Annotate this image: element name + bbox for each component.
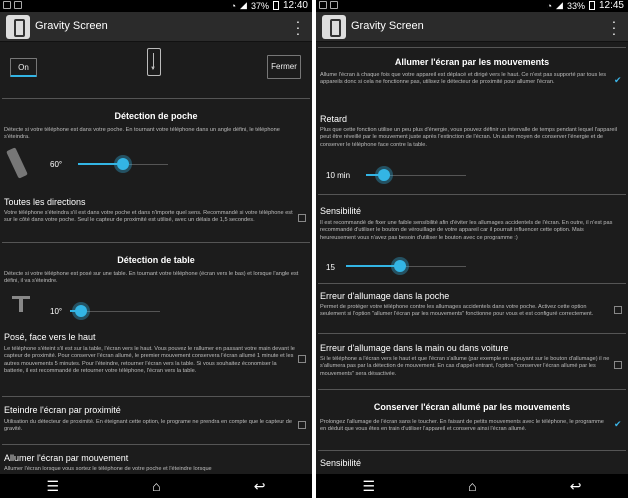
all-directions-title: Toutes les directions	[4, 197, 86, 207]
divider	[318, 450, 626, 451]
home-icon[interactable]: ⌂	[152, 478, 160, 494]
hand-error-title: Erreur d'allumage dans la main ou dans v…	[320, 343, 509, 353]
notification-icon	[330, 1, 338, 9]
back-icon[interactable]: ↩	[254, 478, 266, 495]
all-directions-description: Votre téléphone s'éteindra s'il est dans…	[4, 210, 293, 224]
face-up-description: Le téléphone s'éteint s'il est sur la ta…	[4, 346, 295, 374]
slider-thumb[interactable]	[378, 169, 390, 181]
keep-on-title: Conserver l'écran allumé par les mouveme…	[373, 402, 571, 412]
battery-percent: 37%	[250, 0, 269, 11]
clock: 12:45	[598, 0, 624, 11]
wake-motion-title: Allumer l'écran par mouvement	[4, 453, 129, 463]
back-icon[interactable]: ↩	[570, 478, 582, 495]
phone-gravity-icon: ▼	[147, 48, 161, 76]
wifi-icon: ◔	[230, 0, 237, 11]
wake-section-checkbox[interactable]: ✔	[614, 76, 622, 85]
slider-fill	[346, 265, 400, 267]
wake-motion-description: Allumer l'écran lorsque vous sortez le t…	[4, 466, 212, 472]
slider-thumb[interactable]	[394, 260, 406, 272]
app-bar: Gravity Screen · · ·	[0, 12, 312, 42]
notification-icon	[14, 1, 22, 9]
divider	[2, 444, 310, 445]
battery-percent: 33%	[566, 0, 585, 11]
battery-icon	[272, 1, 279, 10]
sensitivity2-title: Sensibilité	[320, 458, 362, 468]
slider-thumb[interactable]	[74, 305, 87, 317]
pocket-error-checkbox[interactable]	[614, 306, 622, 314]
signal-icon: ◢	[556, 0, 563, 10]
navigation-bar: ☰ ⌂ ↩	[0, 474, 312, 498]
clock: 12:40	[282, 0, 308, 11]
menu-icon[interactable]: ☰	[363, 478, 376, 495]
pocket-error-title: Erreur d'allumage dans la poche	[320, 291, 450, 301]
on-button[interactable]: On	[10, 58, 37, 77]
divider	[2, 396, 310, 397]
delay-description: Plus que cette fonction utilise un peu p…	[320, 127, 617, 148]
hand-error-description: Si le téléphone a l'écran vers le haut e…	[320, 356, 610, 377]
face-up-title: Posé, face vers le haut	[4, 332, 96, 342]
phone-screen-left: ◔ ◢ 37% 12:40 Gravity Screen · · · On ▼ Fe…	[0, 0, 312, 498]
delay-value: 10 min	[326, 171, 351, 180]
divider	[318, 333, 626, 334]
menu-icon[interactable]: ☰	[47, 478, 60, 495]
divider	[318, 389, 626, 390]
notification-icon	[3, 1, 11, 9]
table-angle-value: 10°	[50, 307, 63, 316]
proximity-description: Utilisation du détecteur de proximité. E…	[4, 419, 292, 433]
face-up-checkbox[interactable]	[298, 355, 306, 363]
sensitivity-title: Sensibilité	[320, 206, 362, 216]
tilt-phone-icon	[6, 146, 30, 180]
pocket-angle-value: 60°	[50, 160, 63, 169]
section-title-table: Détection de table	[117, 255, 195, 265]
home-icon[interactable]: ⌂	[468, 478, 476, 494]
section-title-pocket: Détection de poche	[114, 111, 198, 121]
wifi-icon: ◔	[546, 0, 553, 11]
sensitivity-value: 15	[326, 263, 335, 272]
hand-error-checkbox[interactable]	[614, 361, 622, 369]
wake-section-description: Allume l'écran à chaque fois que votre a…	[320, 72, 607, 86]
status-bar: ◔ ◢ 37% 12:40	[0, 0, 312, 12]
navigation-bar: ☰ ⌂ ↩	[316, 474, 628, 498]
delay-slider[interactable]	[366, 168, 466, 182]
overflow-menu-icon[interactable]: · · ·	[294, 14, 302, 40]
divider	[2, 98, 310, 99]
divider	[2, 242, 310, 243]
delay-title: Retard	[320, 114, 348, 124]
sensitivity-slider[interactable]	[346, 259, 466, 273]
pocket-angle-slider[interactable]	[78, 157, 168, 171]
divider	[318, 194, 626, 195]
pocket-error-description: Permet de protéger votre téléphone contr…	[320, 304, 594, 318]
keep-on-description: Prolongez l'allumage de l'écran sans le …	[320, 419, 604, 433]
notification-icon	[319, 1, 327, 9]
table-angle-slider[interactable]	[70, 304, 160, 318]
pocket-description: Détecte si votre téléphone est dans votr…	[4, 127, 280, 141]
app-bar: Gravity Screen · · ·	[316, 12, 628, 42]
divider	[318, 47, 626, 48]
sensitivity-description: Il est recommandé de fixer une faible se…	[320, 220, 613, 241]
table-icon	[12, 292, 30, 312]
close-button[interactable]: Fermer	[267, 55, 301, 79]
slider-thumb[interactable]	[117, 158, 129, 170]
overflow-menu-icon[interactable]: · · ·	[610, 14, 618, 40]
divider	[318, 283, 626, 284]
all-directions-checkbox[interactable]	[298, 214, 306, 222]
proximity-checkbox[interactable]	[298, 421, 306, 429]
signal-icon: ◢	[240, 0, 247, 10]
proximity-title: Eteindre l'écran par proximité	[4, 405, 121, 415]
battery-icon	[588, 1, 595, 10]
app-logo-icon	[6, 15, 30, 39]
status-bar: ◔ ◢ 33% 12:45	[316, 0, 628, 12]
table-description: Détecte si votre téléphone est posé sur …	[4, 271, 299, 285]
app-title: Gravity Screen	[35, 20, 108, 32]
keep-on-checkbox[interactable]: ✔	[614, 420, 622, 429]
app-logo-icon	[322, 15, 346, 39]
phone-screen-right: ◔ ◢ 33% 12:45 Gravity Screen · · · Allumer…	[316, 0, 628, 498]
wake-section-title: Allumer l'écran par les mouvements	[394, 57, 550, 67]
app-title: Gravity Screen	[351, 20, 424, 32]
